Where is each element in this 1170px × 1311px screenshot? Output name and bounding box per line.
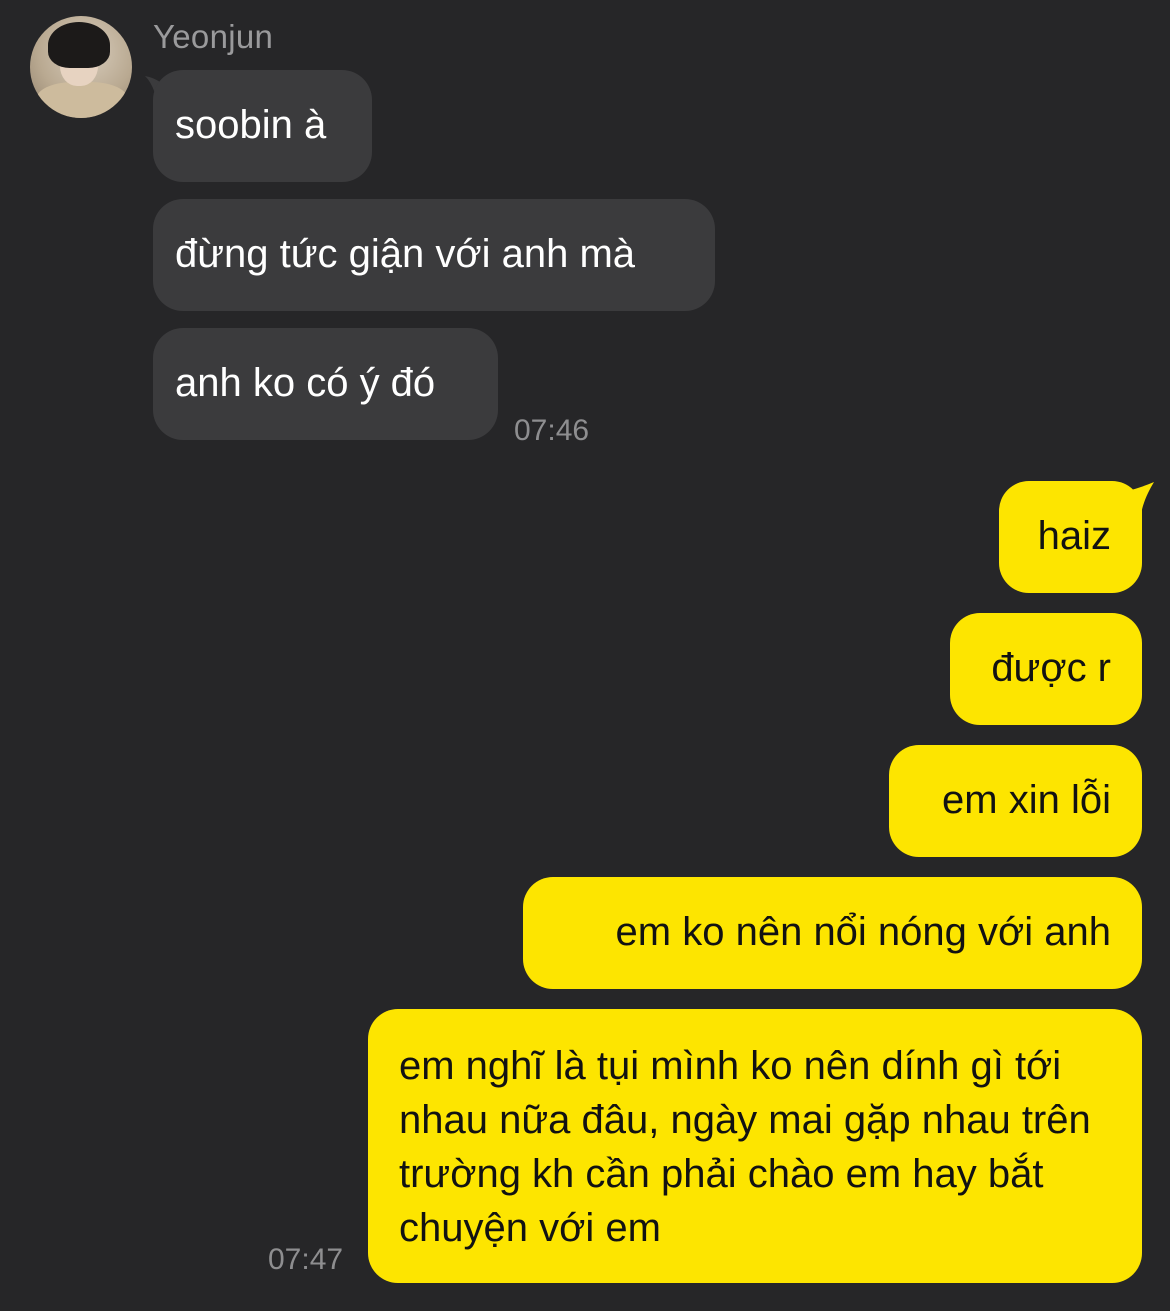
message-text: soobin à: [175, 103, 327, 147]
message-text: haiz: [1037, 514, 1111, 558]
message-text: đừng tức giận với anh mà: [175, 232, 636, 276]
outgoing-message-5[interactable]: em nghĩ là tụi mình ko nên dính gì tới n…: [368, 1009, 1142, 1283]
outgoing-message-2[interactable]: được r: [950, 613, 1142, 725]
incoming-message-1[interactable]: soobin à: [153, 70, 372, 182]
message-text: em ko nên nổi nóng với anh: [615, 910, 1111, 954]
incoming-message-2[interactable]: đừng tức giận với anh mà: [153, 199, 715, 311]
contact-avatar[interactable]: [30, 16, 132, 118]
avatar-sweater: [36, 82, 128, 118]
message-text: em xin lỗi: [942, 778, 1111, 822]
incoming-timestamp: 07:46: [514, 414, 590, 447]
sender-name: Yeonjun: [153, 18, 274, 55]
message-text: anh ko có ý đó: [175, 361, 436, 405]
outgoing-message-1[interactable]: haiz: [999, 481, 1142, 593]
message-text: em nghĩ là tụi mình ko nên dính gì tới n…: [399, 1044, 1091, 1250]
outgoing-message-4[interactable]: em ko nên nổi nóng với anh: [523, 877, 1142, 989]
outgoing-timestamp: 07:47: [268, 1243, 344, 1276]
outgoing-message-3[interactable]: em xin lỗi: [889, 745, 1142, 857]
avatar-hair: [48, 22, 110, 68]
message-text: được r: [991, 646, 1111, 690]
incoming-message-3[interactable]: anh ko có ý đó: [153, 328, 498, 440]
